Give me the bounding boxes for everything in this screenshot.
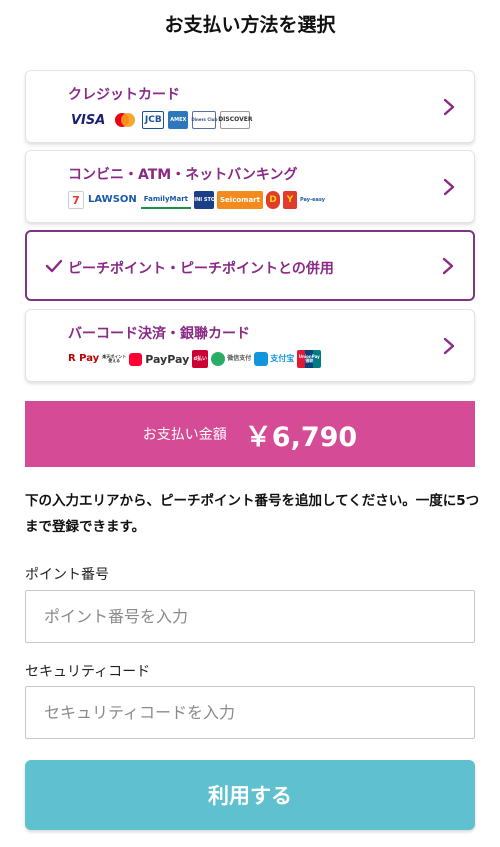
- payment-option-convenience-store[interactable]: コンビニ・ATM・ネットバンキング 7 LAWSON FamilyMart MI…: [25, 150, 475, 223]
- chevron-right-icon: [442, 257, 454, 274]
- mastercard-logo: [112, 111, 138, 129]
- point-number-input[interactable]: [25, 590, 475, 643]
- seven-eleven-logo: 7: [68, 191, 84, 209]
- diners-club-logo: Diners Club: [191, 111, 217, 129]
- payment-option-barcode-unionpay[interactable]: バーコード決済・銀聯カード R Pay 楽天ポイント 使える PayPay d払…: [25, 309, 475, 382]
- check-icon: [45, 259, 63, 273]
- familymart-logo: FamilyMart: [140, 191, 192, 209]
- option-title: バーコード決済・銀聯カード: [68, 326, 250, 342]
- paypay-logo: PayPay: [129, 350, 189, 368]
- chevron-right-icon: [443, 178, 455, 195]
- instructions-text: 下の入力エリアから、ピーチポイント番号を追加してください。一度に5つまで登録でき…: [25, 493, 480, 535]
- amex-logo: AMEX: [168, 111, 189, 129]
- point-number-label: ポイント番号: [25, 567, 109, 583]
- amount-label: お支払い金額: [142, 427, 227, 443]
- unionpay-logo: UnionPay 银联: [297, 350, 322, 368]
- amount-value: ￥6,790: [244, 421, 358, 453]
- alipay-logo: 支付宝: [254, 350, 294, 368]
- lawson-logo: LAWSON: [88, 194, 137, 205]
- payment-option-peach-point[interactable]: ピーチポイント・ピーチポイントとの併用: [25, 230, 475, 301]
- barcode-logos: R Pay 楽天ポイント 使える PayPay d払い 微信支付 支付宝 Uni…: [68, 348, 322, 370]
- rakuten-pay-logo: R Pay: [68, 353, 100, 364]
- payment-amount-bar: お支払い金額 ￥6,790: [25, 401, 475, 467]
- yamazaki-logo: Y: [282, 191, 297, 209]
- jcb-logo: JCB: [142, 111, 165, 129]
- payeasy-logo: Pay-easy: [299, 196, 326, 203]
- page-title: お支払い方法を選択: [164, 14, 336, 36]
- card-logos: VISA JCB AMEX Diners Club DISCOVER: [68, 109, 252, 131]
- chevron-right-icon: [443, 98, 455, 115]
- wechat-pay-logo: 微信支付: [211, 350, 251, 368]
- option-title: クレジットカード: [68, 87, 180, 103]
- visa-logo: VISA: [71, 112, 106, 128]
- option-title: ピーチポイント・ピーチポイントとの併用: [68, 261, 334, 277]
- daily-yamazaki-logo: D: [265, 191, 280, 209]
- ministop-logo: MINI STOP: [189, 191, 219, 209]
- discover-logo: DISCOVER: [218, 111, 252, 129]
- store-logos: 7 LAWSON FamilyMart MINI STOP Seicomart …: [68, 189, 325, 211]
- d-barai-logo: d払い: [192, 350, 209, 368]
- option-title: コンビニ・ATM・ネットバンキング: [68, 167, 298, 183]
- seicomart-logo: Seicomart: [217, 191, 263, 209]
- chevron-right-icon: [443, 337, 455, 354]
- security-code-label: セキュリティコード: [25, 664, 151, 680]
- rakuten-point-logo: 楽天ポイント 使える: [102, 354, 127, 363]
- security-code-input[interactable]: [25, 686, 475, 739]
- payment-option-credit-card[interactable]: クレジットカード VISA JCB AMEX Diners Club DISCO…: [25, 70, 475, 143]
- use-button[interactable]: 利用する: [25, 760, 475, 830]
